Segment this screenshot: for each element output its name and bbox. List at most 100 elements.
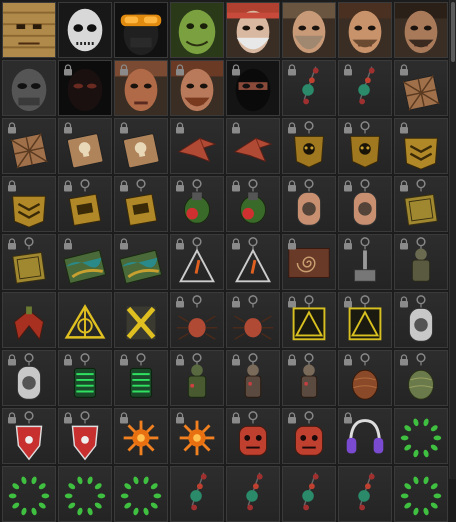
inventory-slot[interactable] [2, 118, 56, 174]
inventory-slot[interactable] [226, 408, 280, 464]
inventory-slot[interactable] [282, 408, 336, 464]
inventory-slot[interactable] [282, 176, 336, 232]
inventory-slot[interactable] [226, 234, 280, 290]
inventory-slot[interactable] [58, 176, 112, 232]
inventory-slot[interactable] [282, 118, 336, 174]
inventory-slot[interactable] [114, 292, 168, 348]
inventory-slot[interactable] [394, 118, 448, 174]
inventory-slot[interactable] [338, 350, 392, 406]
inventory-slot[interactable] [338, 60, 392, 116]
inventory-slot[interactable] [114, 466, 168, 522]
inventory-slot[interactable] [282, 350, 336, 406]
inventory-slot[interactable] [394, 466, 448, 522]
lock-icon [399, 238, 409, 250]
inventory-slot[interactable] [114, 176, 168, 232]
inventory-slot[interactable] [58, 292, 112, 348]
inventory-slot[interactable] [2, 408, 56, 464]
inventory-slot[interactable] [2, 60, 56, 116]
inventory-slot[interactable] [282, 234, 336, 290]
inventory-slot[interactable] [170, 118, 224, 174]
inventory-slot[interactable] [58, 118, 112, 174]
inventory-slot[interactable] [170, 466, 224, 522]
lock-icon [119, 122, 129, 134]
inventory-slot[interactable] [338, 176, 392, 232]
inventory-slot[interactable] [394, 60, 448, 116]
inventory-slot[interactable] [2, 234, 56, 290]
inventory-slot[interactable] [58, 60, 112, 116]
inventory-slot[interactable] [282, 60, 336, 116]
inventory-slot[interactable] [58, 234, 112, 290]
lock-icon [231, 354, 241, 366]
inventory-slot[interactable] [170, 234, 224, 290]
lock-icon [175, 412, 185, 424]
lock-icon [63, 412, 73, 424]
inventory-slot[interactable] [170, 350, 224, 406]
inventory-slot[interactable] [338, 408, 392, 464]
inventory-slot[interactable] [58, 466, 112, 522]
lock-icon [63, 354, 73, 366]
inventory-slot[interactable] [170, 292, 224, 348]
inventory-slot[interactable] [338, 234, 392, 290]
inventory-slot[interactable] [2, 2, 56, 58]
inventory-slot[interactable] [170, 408, 224, 464]
inventory-slot[interactable] [226, 176, 280, 232]
inventory-slot[interactable] [2, 292, 56, 348]
lock-icon [119, 238, 129, 250]
lock-icon [63, 64, 73, 76]
lock-icon [287, 122, 297, 134]
inventory-slot[interactable] [394, 350, 448, 406]
lock-icon [119, 412, 129, 424]
lock-icon [7, 238, 17, 250]
inventory-slot[interactable] [226, 60, 280, 116]
inventory-slot[interactable] [114, 234, 168, 290]
lock-icon [399, 296, 409, 308]
inventory-slot[interactable] [114, 350, 168, 406]
inventory-slot[interactable] [226, 118, 280, 174]
inventory-slot[interactable] [282, 466, 336, 522]
lock-icon [399, 122, 409, 134]
inventory-slot[interactable] [2, 350, 56, 406]
inventory-slot[interactable] [394, 2, 448, 58]
inventory-slot[interactable] [282, 292, 336, 348]
lock-icon [7, 354, 17, 366]
lock-icon [343, 64, 353, 76]
lock-icon [7, 180, 17, 192]
lock-icon [175, 296, 185, 308]
inventory-slot[interactable] [114, 408, 168, 464]
inventory-slot[interactable] [58, 2, 112, 58]
lock-icon [175, 64, 185, 76]
lock-icon [119, 180, 129, 192]
inventory-slot[interactable] [338, 118, 392, 174]
inventory-slot[interactable] [338, 292, 392, 348]
inventory-slot[interactable] [394, 234, 448, 290]
lock-icon [343, 296, 353, 308]
inventory-slot[interactable] [58, 350, 112, 406]
inventory-slot[interactable] [338, 466, 392, 522]
inventory-slot[interactable] [394, 408, 448, 464]
inventory-slot[interactable] [58, 408, 112, 464]
inventory-slot[interactable] [226, 292, 280, 348]
inventory-slot[interactable] [394, 292, 448, 348]
lock-icon [231, 64, 241, 76]
inventory-slot[interactable] [2, 176, 56, 232]
lock-icon [287, 354, 297, 366]
inventory-slot[interactable] [114, 118, 168, 174]
lock-icon [119, 64, 129, 76]
lock-icon [343, 354, 353, 366]
inventory-slot[interactable] [226, 350, 280, 406]
inventory-slot[interactable] [394, 176, 448, 232]
inventory-slot[interactable] [114, 2, 168, 58]
inventory-slot[interactable] [170, 60, 224, 116]
inventory-slot[interactable] [170, 176, 224, 232]
inventory-slot[interactable] [338, 2, 392, 58]
inventory-slot[interactable] [114, 60, 168, 116]
inventory-slot[interactable] [2, 466, 56, 522]
inventory-slot[interactable] [170, 2, 224, 58]
scrollbar-thumb[interactable] [451, 2, 455, 62]
lock-icon [175, 354, 185, 366]
scrollbar[interactable] [449, 0, 456, 479]
lock-icon [399, 64, 409, 76]
inventory-slot[interactable] [226, 466, 280, 522]
inventory-slot[interactable] [282, 2, 336, 58]
inventory-slot[interactable] [226, 2, 280, 58]
